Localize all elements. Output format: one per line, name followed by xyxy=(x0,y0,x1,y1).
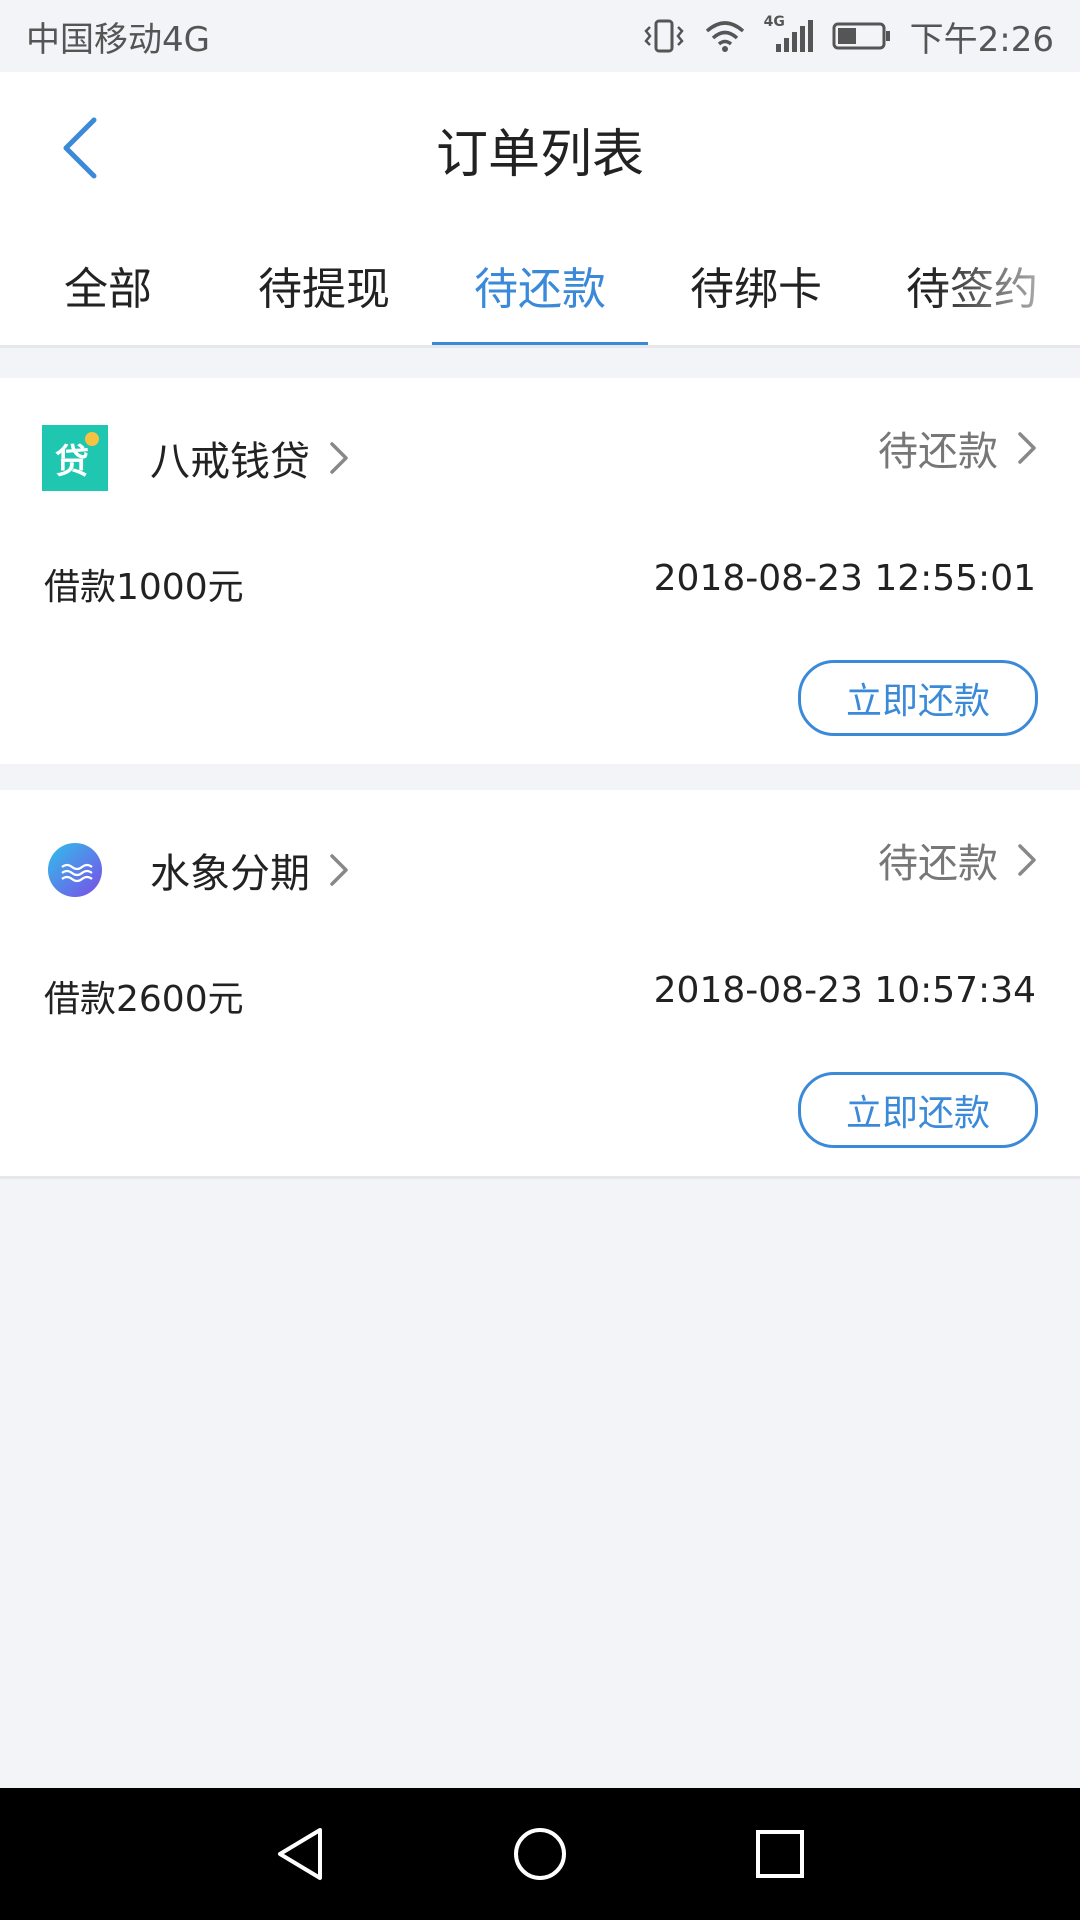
status-bar: 中国移动4G 4G 下午2:26 xyxy=(0,0,1080,72)
order-card: 贷 八戒钱贷 待还款 借款1000元 2018-08-23 12:55:01 立… xyxy=(0,378,1080,764)
order-list-screen: 中国移动4G 4G 下午2:26 订单列表 全部 待提现 待还款 待绑卡 待签约… xyxy=(0,0,1080,1920)
triangle-back-icon xyxy=(278,1828,322,1880)
nav-recents-button[interactable] xyxy=(750,1824,810,1884)
chevron-right-icon xyxy=(1018,844,1036,876)
tab-bar: 全部 待提现 待还款 待绑卡 待签约 xyxy=(0,224,1080,348)
badajie-logo-icon: 贷 xyxy=(42,425,108,491)
chevron-right-icon xyxy=(330,854,348,886)
order-status-link[interactable]: 待还款 xyxy=(878,820,1038,900)
tab-all[interactable]: 全部 xyxy=(0,224,216,345)
clock: 下午2:26 xyxy=(909,19,1054,60)
square-recents-icon xyxy=(756,1830,804,1878)
tab-pending-repay[interactable]: 待还款 xyxy=(432,224,648,345)
repay-now-button[interactable]: 立即还款 xyxy=(798,1072,1038,1148)
order-status: 待还款 xyxy=(878,841,998,887)
merchant-link[interactable]: 水象分期 xyxy=(42,830,350,910)
loan-amount: 借款2600元 xyxy=(44,979,244,1020)
tab-pending-withdraw[interactable]: 待提现 xyxy=(216,224,432,345)
svg-text:贷: 贷 xyxy=(55,442,89,482)
header: 订单列表 xyxy=(0,72,1080,224)
loan-time: 2018-08-23 10:57:34 xyxy=(653,970,1036,1011)
merchant-name: 水象分期 xyxy=(150,851,310,897)
system-nav-bar xyxy=(0,1788,1080,1920)
tab-label: 待签约 xyxy=(906,263,1038,315)
status-icons: 4G 下午2:26 xyxy=(642,12,1054,61)
loan-amount: 借款1000元 xyxy=(44,567,244,608)
repay-now-button[interactable]: 立即还款 xyxy=(798,660,1038,736)
carrier-label: 中国移动4G xyxy=(26,19,210,60)
tab-label: 待还款 xyxy=(474,263,606,315)
nav-back-button[interactable] xyxy=(270,1824,330,1884)
network-badge: 4G xyxy=(763,14,785,30)
vibrate-icon xyxy=(642,18,686,54)
page-title: 订单列表 xyxy=(435,125,644,185)
merchant-link[interactable]: 贷 八戒钱贷 xyxy=(42,418,350,498)
cell-signal-icon: 4G xyxy=(764,14,814,54)
merchant-name: 八戒钱贷 xyxy=(150,439,310,485)
order-status: 待还款 xyxy=(878,429,998,475)
tab-label: 待绑卡 xyxy=(690,263,822,315)
nav-home-button[interactable] xyxy=(510,1824,570,1884)
battery-icon xyxy=(832,21,892,51)
tab-pending-sign[interactable]: 待签约 xyxy=(864,224,1080,345)
shuixiang-logo-icon xyxy=(48,843,102,897)
order-card: 水象分期 待还款 借款2600元 2018-08-23 10:57:34 立即还… xyxy=(0,790,1080,1179)
order-status-link[interactable]: 待还款 xyxy=(878,408,1038,488)
wifi-icon xyxy=(704,19,746,53)
tab-label: 待提现 xyxy=(258,263,390,315)
circle-home-icon xyxy=(514,1828,566,1880)
chevron-right-icon xyxy=(1018,432,1036,464)
loan-time: 2018-08-23 12:55:01 xyxy=(653,558,1036,599)
chevron-right-icon xyxy=(330,442,348,474)
tab-pending-bind-card[interactable]: 待绑卡 xyxy=(648,224,864,345)
tab-label: 全部 xyxy=(64,263,152,315)
